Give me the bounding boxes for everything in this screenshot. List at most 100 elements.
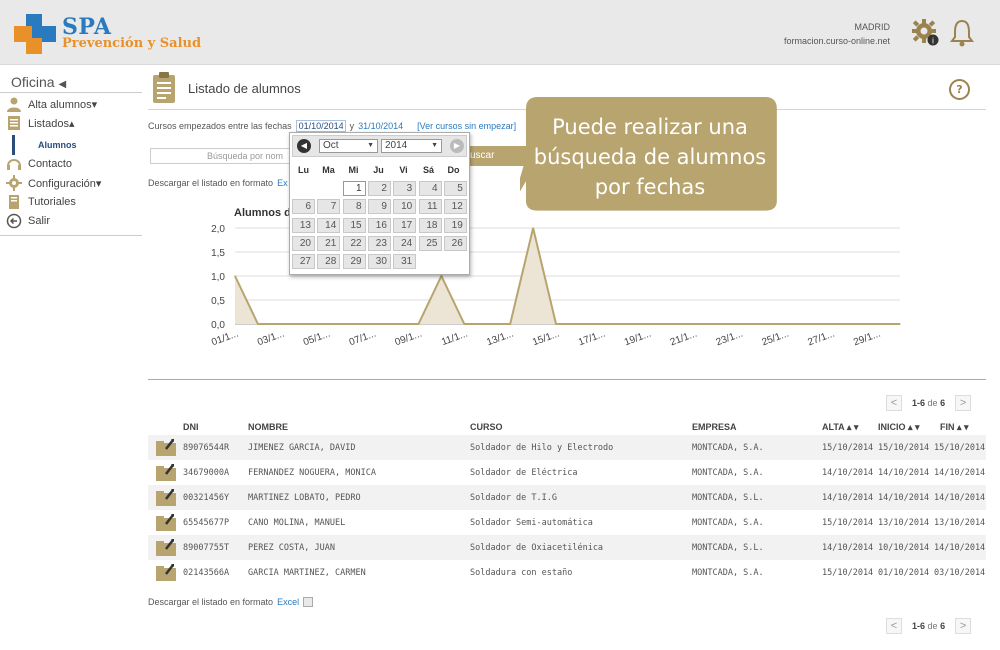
cell-empresa: MONTCADA, S.A. <box>692 568 764 578</box>
cell-curso: Soldador de Hilo y Electrodo <box>470 443 614 453</box>
excel-file-icon[interactable] <box>303 597 314 607</box>
pager-next-button[interactable]: > <box>955 618 972 634</box>
cell-fin: 14/10/2014 <box>934 543 986 553</box>
calendar-day[interactable]: 12 <box>443 199 467 215</box>
edit-folder-icon[interactable] <box>156 563 176 581</box>
sidebar-title[interactable]: Oficina ◀ <box>11 74 66 90</box>
sidebar-item-alta-alumnos[interactable]: Alta alumnos▾ <box>6 95 97 113</box>
calendar-day[interactable]: 20 <box>292 235 315 251</box>
month-select[interactable]: Oct ▼ <box>319 139 378 153</box>
calendar-day[interactable]: 7 <box>317 199 341 215</box>
table-row[interactable]: 00321456Y MARTINEZ LOBATO, PEDRO Soldador … <box>148 485 986 510</box>
calendar-day[interactable]: 3 <box>393 181 417 196</box>
next-month-icon[interactable]: ▶ <box>450 139 464 153</box>
search-button[interactable]: uscar <box>466 146 526 166</box>
data-point <box>555 323 557 325</box>
calendar-day[interactable]: 5 <box>443 181 467 196</box>
data-point <box>876 323 878 325</box>
pager-prev-button[interactable]: < <box>886 395 902 411</box>
cell-inicio: 13/10/2014 <box>878 518 930 528</box>
help-icon[interactable]: ? <box>949 79 970 100</box>
calendar-day[interactable]: 17 <box>393 217 417 233</box>
table-row[interactable]: 89007755T PEREZ COSTA, JUAN Soldador de Ox… <box>148 535 986 560</box>
pager-text: 1-6 de 6 <box>912 398 945 408</box>
calendar-day[interactable]: 25 <box>418 235 442 251</box>
calendar-day[interactable]: 16 <box>367 217 391 233</box>
cell-alta: 14/10/2014 <box>822 468 874 478</box>
edit-folder-icon[interactable] <box>156 538 176 556</box>
pager-next-button[interactable]: > <box>955 395 972 411</box>
user-icon <box>7 97 21 112</box>
domain-label: formacion.curso-online.net <box>783 36 890 46</box>
calendar-day[interactable]: 19 <box>443 217 467 233</box>
calendar-day[interactable]: 8 <box>342 199 366 215</box>
calendar-day[interactable]: 31 <box>393 254 417 270</box>
city-label: MADRID <box>854 22 891 32</box>
year-select[interactable]: 2014 ▼ <box>381 139 442 153</box>
table-row[interactable]: 89076544R JIMENEZ GARCIA, DAVID Soldador d… <box>148 435 986 460</box>
table-row[interactable]: 02143566A GARCIA MARTINEZ, CARMEN Soldadur… <box>148 560 986 585</box>
calendar-day[interactable]: 14 <box>317 217 341 233</box>
sidebar-item-listados[interactable]: Listados▴ <box>6 114 75 132</box>
prev-month-icon[interactable]: ◀ <box>297 139 311 153</box>
calendar-day[interactable]: 6 <box>292 199 315 215</box>
calendar-day[interactable]: 15 <box>342 217 366 233</box>
calendar-day[interactable]: 26 <box>443 235 467 251</box>
calendar-day[interactable]: 1 <box>342 181 366 196</box>
collapse-arrow-icon[interactable]: ◀ <box>58 79 66 90</box>
calendar-day[interactable]: 2 <box>367 181 391 196</box>
calendar-day[interactable]: 29 <box>342 254 366 270</box>
cell-dni: 02143566A <box>183 568 230 578</box>
excel-link[interactable]: Excel <box>277 597 299 607</box>
calendar-day[interactable]: 10 <box>393 199 417 215</box>
calendar-day[interactable]: 24 <box>393 235 417 251</box>
calendar-day[interactable]: 11 <box>418 199 442 215</box>
pager-prev-button[interactable]: < <box>886 618 902 634</box>
search-input[interactable]: Búsqueda por nom <box>150 148 300 164</box>
gear-icon <box>6 175 22 191</box>
sidebar-item-configuracion[interactable]: Configuración▾ <box>6 174 101 192</box>
excel-link-top[interactable]: Ex <box>277 178 288 188</box>
cell-alta: 15/10/2014 <box>822 568 874 578</box>
calendar-day[interactable]: 18 <box>418 217 442 233</box>
edit-folder-icon[interactable] <box>156 513 176 531</box>
calendar-day[interactable]: 27 <box>292 254 315 270</box>
data-point <box>807 323 809 325</box>
calendar-day[interactable]: 22 <box>342 235 366 251</box>
calendar-day[interactable]: 13 <box>292 217 315 233</box>
view-not-started-link[interactable]: [Ver cursos sin empezar] <box>417 121 516 131</box>
edit-folder-icon[interactable] <box>156 438 176 456</box>
edit-folder-icon[interactable] <box>156 488 176 506</box>
data-point <box>417 323 420 325</box>
cell-nombre: MARTINEZ LOBATO, PEDRO <box>248 493 361 503</box>
col-dni: DNI <box>183 422 199 432</box>
date-to-field[interactable]: 31/10/2014 <box>358 121 403 131</box>
table-row[interactable]: 65545677P CANO MOLINA, MANUEL Soldador Sem… <box>148 510 986 535</box>
calendar-day[interactable]: 23 <box>367 235 391 251</box>
calendar-day[interactable]: 9 <box>367 199 391 215</box>
table-row[interactable]: 34679000A FERNANDEZ NOGUERA, MONICA Soldad… <box>148 460 986 485</box>
col-fin-sort[interactable]: FIN ▴ ▾ <box>940 422 969 433</box>
col-inicio-sort[interactable]: INICIO ▴ ▾ <box>878 422 920 433</box>
date-from-input[interactable] <box>295 120 346 132</box>
y-tick-label: 2,0 <box>211 224 225 235</box>
settings-gear-icon[interactable]: i <box>912 19 940 47</box>
data-point <box>601 323 603 325</box>
col-alta-sort[interactable]: ALTA ▴ ▾ <box>822 422 858 433</box>
sidebar-item-label: Configuración▾ <box>28 177 102 190</box>
notifications-bell-icon[interactable] <box>950 19 974 47</box>
cell-empresa: MONTCADA, S.A. <box>692 518 764 528</box>
calendar-day[interactable]: 30 <box>367 254 391 270</box>
calendar-day[interactable]: 21 <box>317 235 341 251</box>
cell-dni: 34679000A <box>183 468 230 478</box>
cell-curso: Soldador de Oxiacetilénica <box>470 543 604 553</box>
calendar-day[interactable]: 28 <box>317 254 341 270</box>
sidebar-subitem-alumnos[interactable]: Alumnos <box>38 140 77 150</box>
data-point <box>647 323 649 325</box>
sidebar-item-salir[interactable]: Salir <box>6 212 50 230</box>
sidebar-item-contacto[interactable]: Contacto <box>6 155 72 173</box>
calendar-day[interactable]: 4 <box>418 181 442 196</box>
weekday-label: Do <box>447 165 460 175</box>
edit-folder-icon[interactable] <box>156 463 176 481</box>
sidebar-item-tutoriales[interactable]: Tutoriales <box>6 193 76 211</box>
